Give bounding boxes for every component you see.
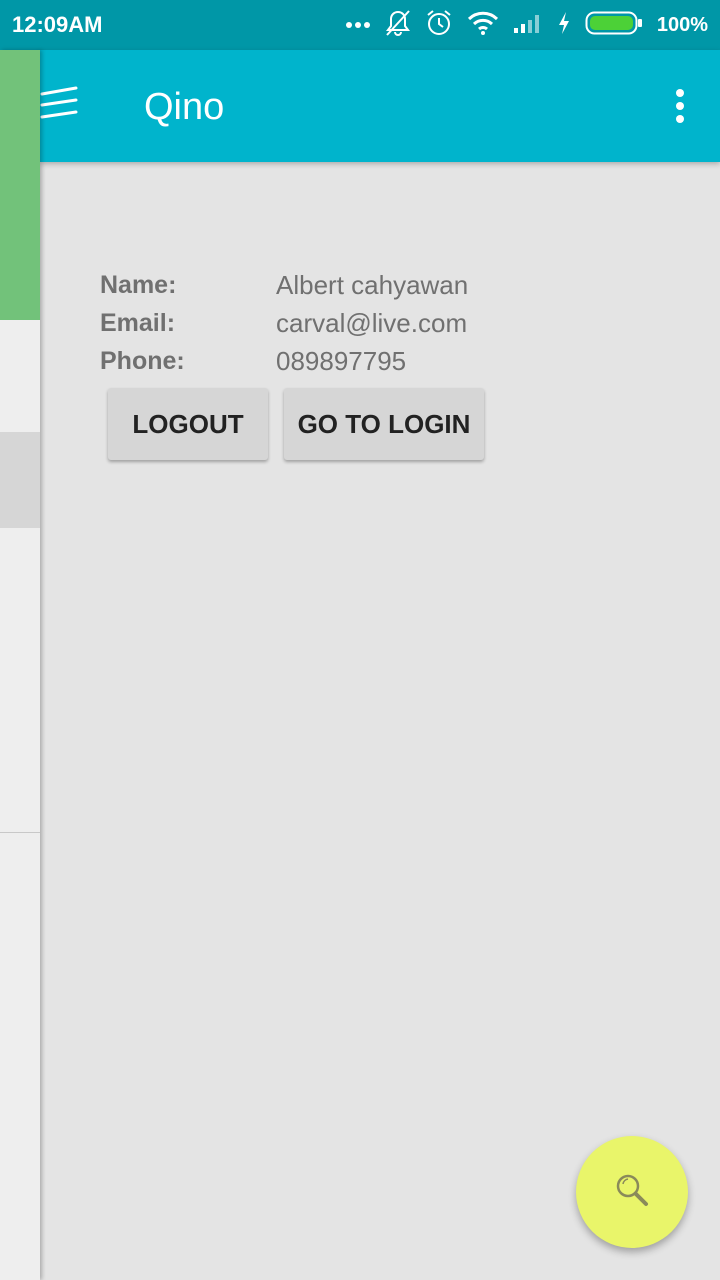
logout-button[interactable]: LOGOUT	[108, 388, 268, 460]
app-title: Qino	[144, 86, 225, 128]
battery-percent: 100%	[656, 13, 708, 36]
app-bar: Qino	[40, 50, 720, 162]
phone-row: Phone: 089897795	[100, 342, 468, 380]
name-value: Albert cahyawan	[276, 269, 469, 300]
status-icons: 100%	[345, 9, 708, 41]
alarm-icon	[425, 9, 453, 42]
signal-icon	[513, 12, 543, 39]
profile-info: Name: Albert cahyawan Email: carval@live…	[100, 266, 468, 380]
battery-icon	[585, 10, 643, 41]
search-fab-button[interactable]	[576, 1136, 688, 1248]
phone-label: Phone:	[100, 346, 185, 375]
drawer-header	[0, 50, 40, 320]
status-bar: 12:09AM 100%	[0, 0, 720, 50]
search-icon	[612, 1170, 652, 1215]
more-vert-icon[interactable]	[674, 88, 686, 124]
charging-icon	[557, 11, 571, 40]
notifications-off-icon	[385, 9, 411, 42]
email-label: Email:	[100, 308, 176, 337]
name-label: Name:	[100, 270, 177, 299]
more-dots-icon	[345, 16, 371, 34]
email-row: Email: carval@live.com	[100, 304, 468, 342]
drawer-divider	[0, 832, 40, 833]
drawer-selected-item[interactable]	[0, 432, 40, 528]
email-value: carval@live.com	[276, 307, 468, 338]
go-to-login-button[interactable]: GO TO LOGIN	[284, 388, 484, 460]
status-time: 12:09AM	[12, 12, 103, 37]
hamburger-menu-icon[interactable]	[40, 86, 80, 126]
name-row: Name: Albert cahyawan	[100, 266, 468, 304]
phone-value: 089897795	[276, 345, 407, 376]
wifi-icon	[467, 11, 499, 40]
navigation-drawer-edge[interactable]	[0, 50, 40, 1280]
